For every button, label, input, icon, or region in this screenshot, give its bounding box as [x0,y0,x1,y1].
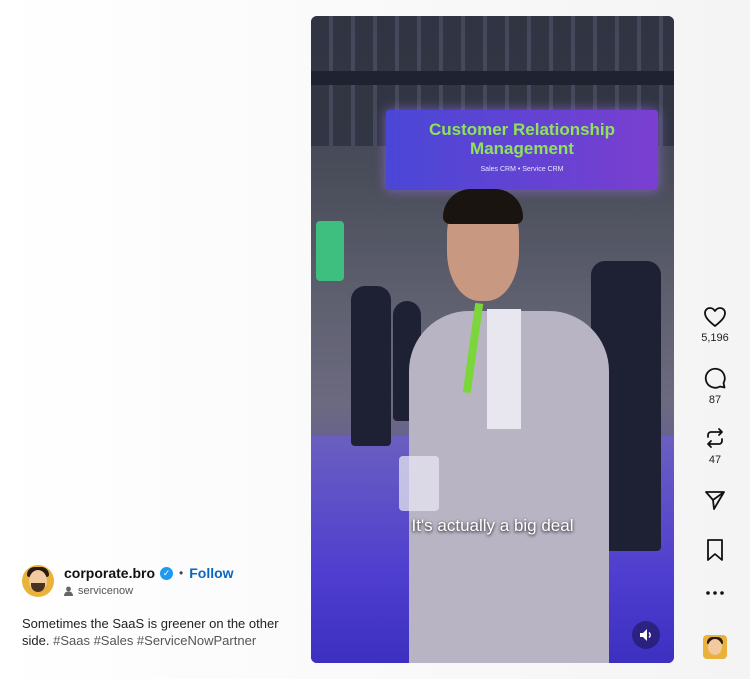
audio-avatar[interactable] [703,635,727,659]
separator-dot: • [179,566,184,580]
crowd-figure [351,286,391,446]
share-button[interactable] [690,488,740,512]
more-icon [706,591,724,595]
caption-hashtags[interactable]: #Saas #Sales #ServiceNowPartner [53,633,256,648]
repost-icon [707,428,723,448]
author-username[interactable]: corporate.bro [64,565,155,581]
comment-icon [704,367,726,389]
verified-badge-icon: ✓ [160,566,174,580]
video-subtitle: It's actually a big deal [411,516,574,535]
video-cup [399,456,439,511]
repost-count: 47 [708,454,722,466]
banner-subtitle: Sales CRM • Service CRM [480,166,564,173]
author-avatar[interactable] [22,565,54,597]
video-truss [311,71,674,85]
audio-attribution[interactable]: servicenow [64,585,234,597]
video-player[interactable]: Customer Relationship Management Sales C… [311,16,674,663]
author-info: corporate.bro ✓ • Follow servicenow [64,565,234,597]
audio-label: servicenow [78,585,134,597]
video-booth-sign [316,221,344,281]
save-button[interactable] [690,538,740,562]
send-icon [705,491,725,510]
author-row: corporate.bro ✓ • Follow servicenow [22,565,234,597]
comment-count: 87 [708,394,722,406]
bookmark-icon [707,539,723,561]
speaker-icon [640,629,651,641]
video-person [409,189,609,663]
mute-button[interactable] [632,621,660,649]
post-caption: Sometimes the SaaS is greener on the oth… [22,615,292,649]
like-count: 5,196 [701,332,729,344]
follow-button[interactable]: Follow [189,565,233,581]
like-button[interactable]: 5,196 [690,306,740,344]
person-icon [64,586,73,596]
more-button[interactable] [690,590,740,596]
video-banner: Customer Relationship Management Sales C… [386,110,658,190]
comment-button[interactable]: 87 [690,366,740,406]
heart-icon [704,307,726,327]
banner-title: Customer Relationship Management [428,120,616,158]
repost-button[interactable]: 47 [690,426,740,466]
